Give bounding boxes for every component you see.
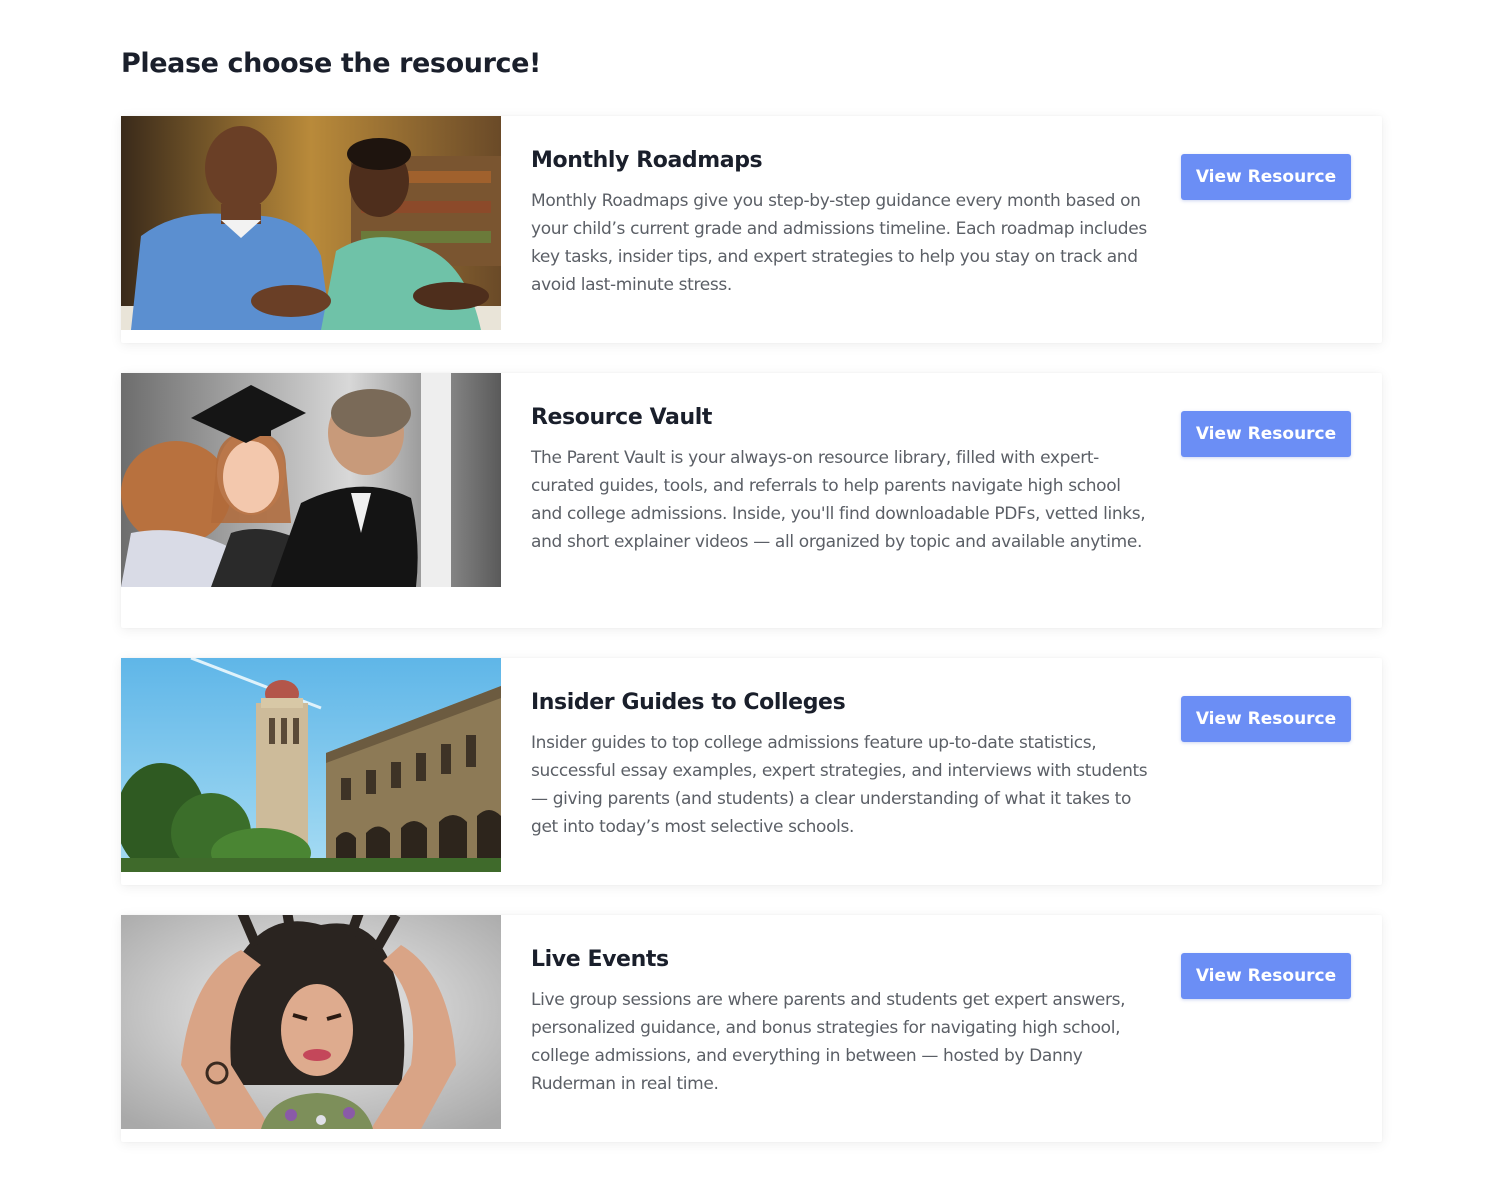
resource-title: Insider Guides to Colleges [531, 690, 846, 715]
resource-image-parent-teen-studying [121, 116, 501, 330]
resource-title: Live Events [531, 947, 669, 972]
resource-title: Monthly Roadmaps [531, 148, 763, 173]
view-resource-button[interactable]: View Resource [1181, 411, 1351, 457]
resource-card-body: Insider Guides to Colleges Insider guide… [531, 686, 1153, 841]
view-resource-button[interactable]: View Resource [1181, 696, 1351, 742]
resource-title: Resource Vault [531, 405, 712, 430]
resource-description: Monthly Roadmaps give you step-by-step g… [531, 191, 1147, 295]
resource-card-monthly-roadmaps: Monthly Roadmaps Monthly Roadmaps give y… [121, 116, 1382, 343]
resource-card-body: Monthly Roadmaps Monthly Roadmaps give y… [531, 144, 1153, 299]
resource-description: Insider guides to top college admissions… [531, 733, 1148, 837]
resource-description: Live group sessions are where parents an… [531, 990, 1126, 1094]
resource-card-body: Resource Vault The Parent Vault is your … [531, 401, 1153, 556]
resource-card-live-events: Live Events Live group sessions are wher… [121, 915, 1382, 1142]
view-resource-button[interactable]: View Resource [1181, 953, 1351, 999]
resource-image-graduate-hug [121, 373, 501, 587]
resource-card-body: Live Events Live group sessions are wher… [531, 943, 1153, 1098]
resource-image-campus-tower [121, 658, 501, 872]
resource-card-insider-guides: Insider Guides to Colleges Insider guide… [121, 658, 1382, 885]
resource-description: The Parent Vault is your always-on resou… [531, 448, 1146, 552]
view-resource-button[interactable]: View Resource [1181, 154, 1351, 200]
resource-card-resource-vault: Resource Vault The Parent Vault is your … [121, 373, 1382, 628]
resource-image-frustrated-student [121, 915, 501, 1129]
page-title: Please choose the resource! [121, 48, 541, 79]
